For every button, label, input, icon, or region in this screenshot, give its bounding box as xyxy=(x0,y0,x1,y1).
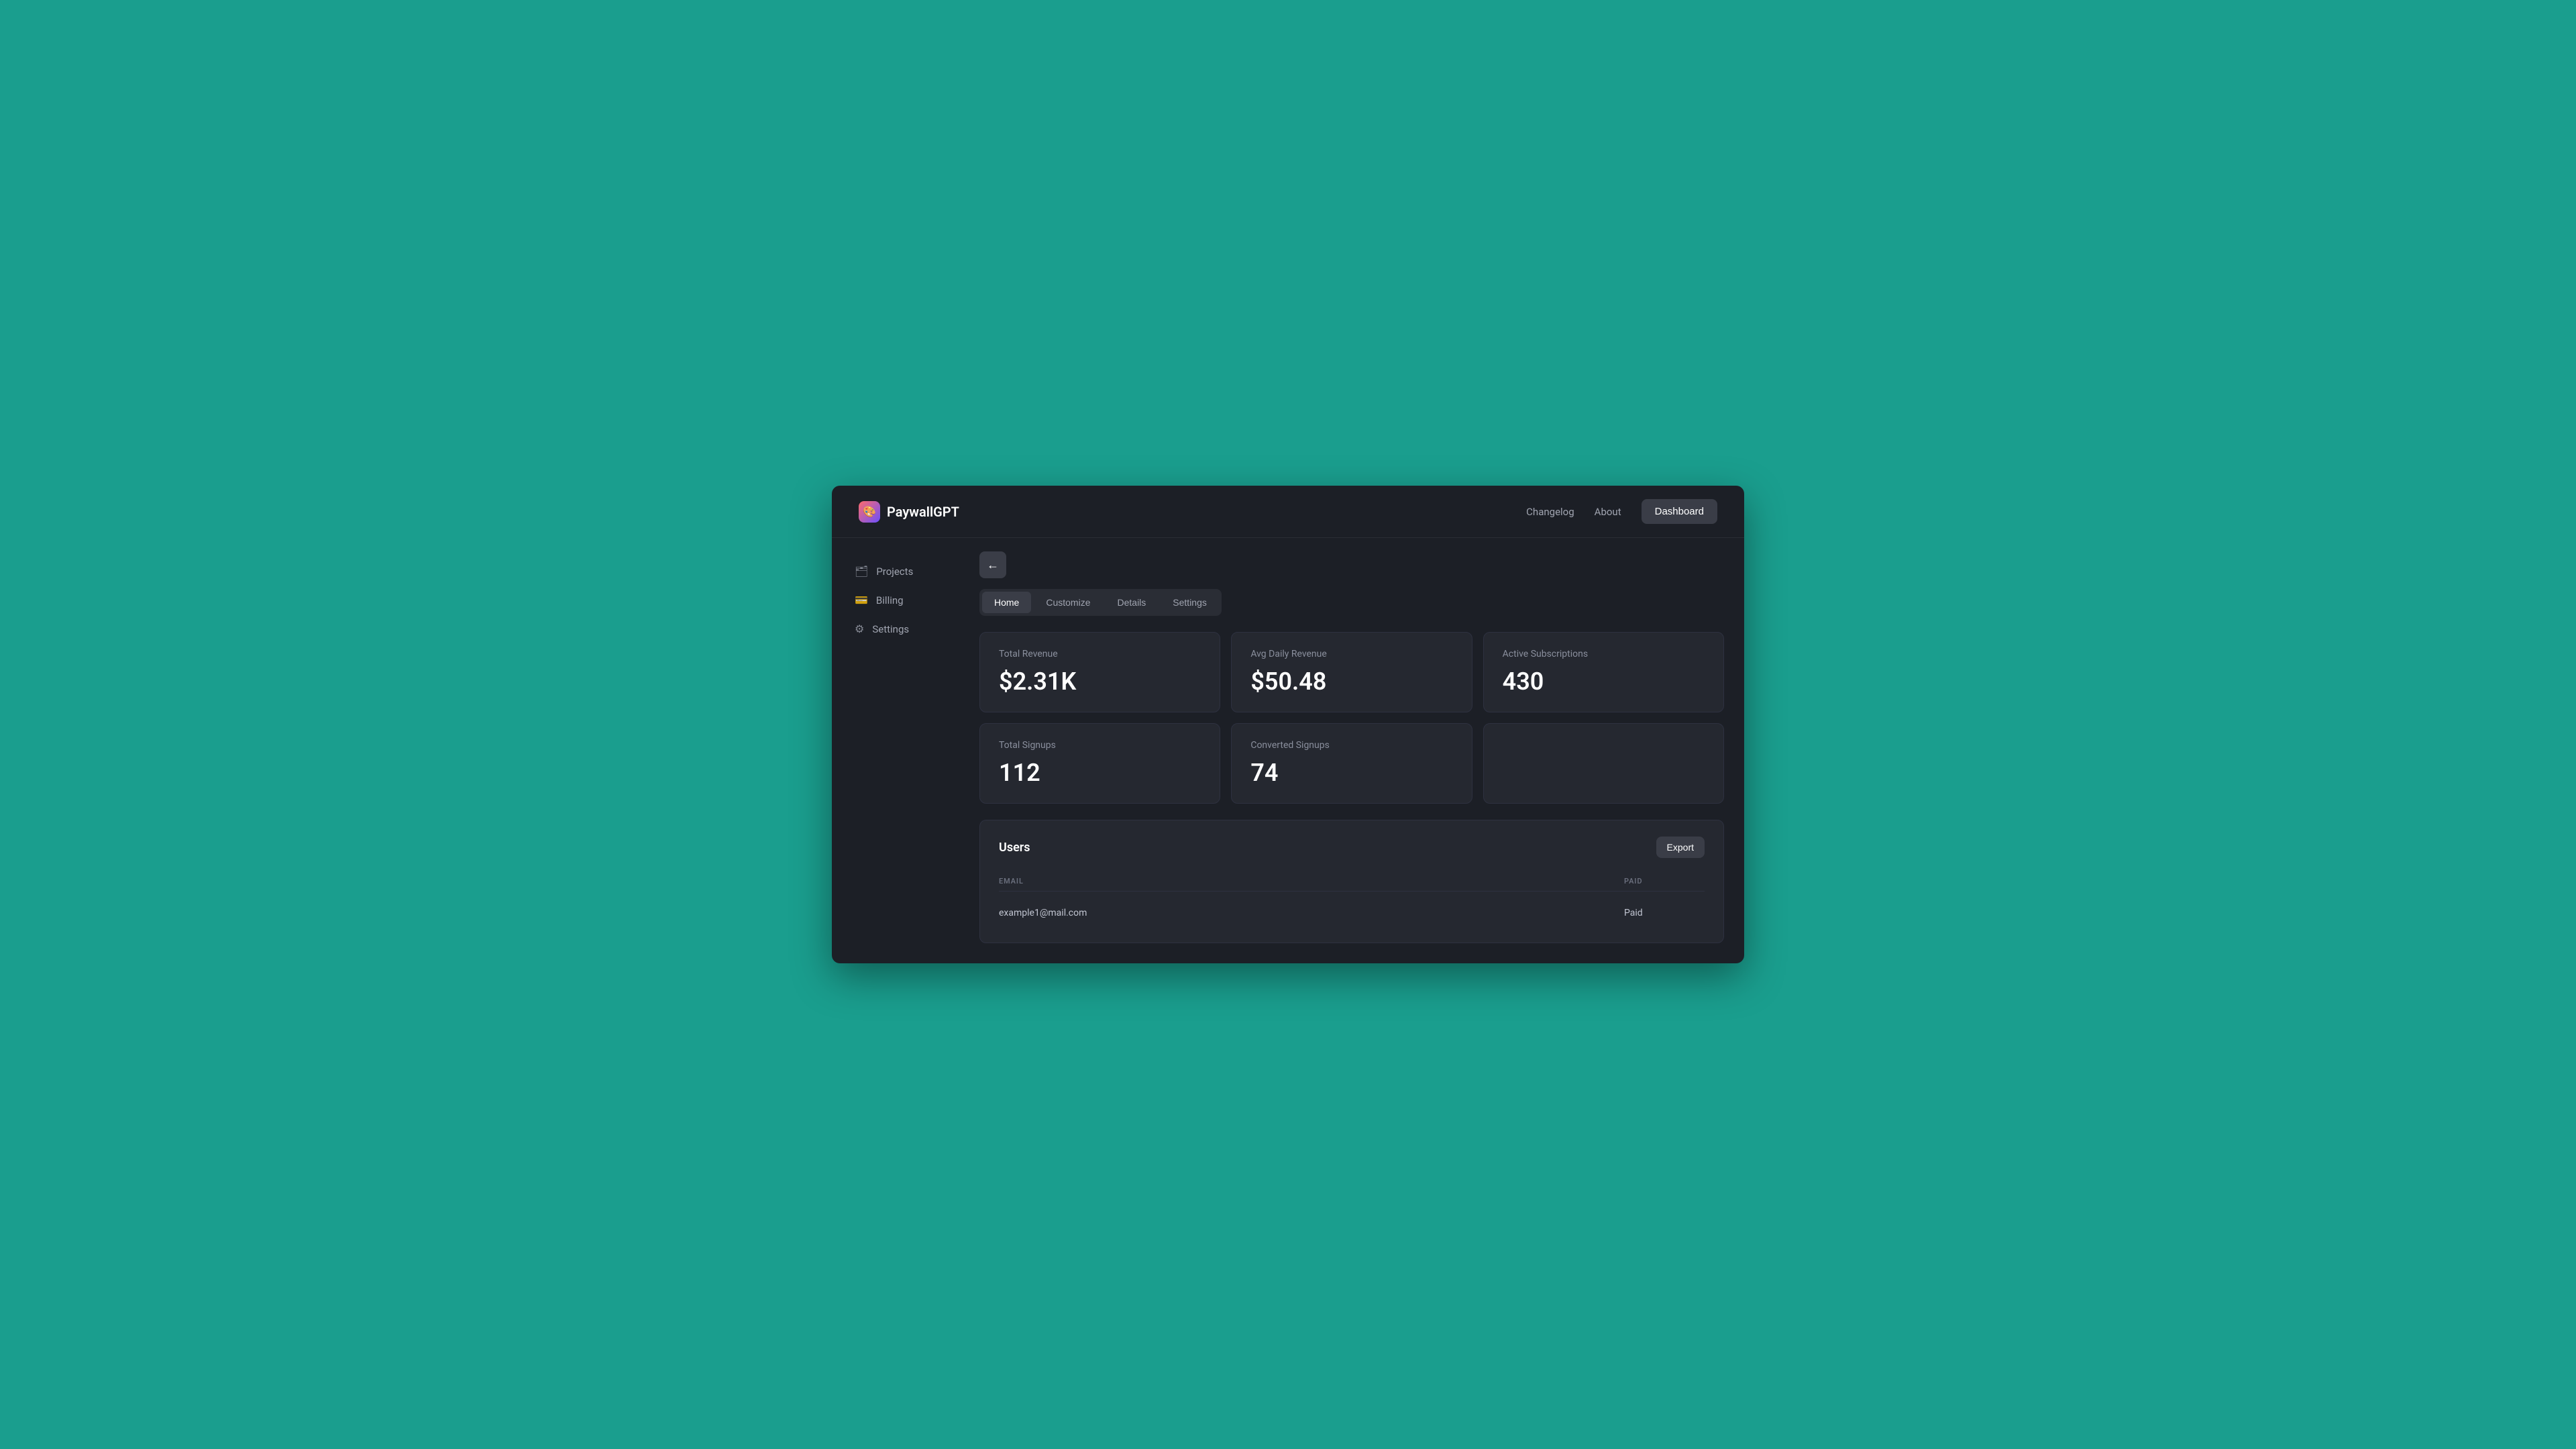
sidebar-item-label-billing: Billing xyxy=(876,594,904,606)
app-title: PaywallGPT xyxy=(887,504,959,520)
stat-value-avg-daily-revenue: $50.48 xyxy=(1250,667,1452,696)
column-paid: PAID xyxy=(1624,877,1705,885)
projects-icon: 🗂 xyxy=(855,565,868,578)
stat-card-total-signups: Total Signups 112 xyxy=(979,723,1220,804)
stat-label-total-revenue: Total Revenue xyxy=(999,649,1201,659)
logo-icon: 🎨 xyxy=(859,501,880,523)
stat-label-active-subscriptions: Active Subscriptions xyxy=(1503,649,1705,659)
stat-label-total-signups: Total Signups xyxy=(999,740,1201,751)
users-section: Users Export EMAIL PAID example1@mail.co… xyxy=(979,820,1724,943)
table-header: EMAIL PAID xyxy=(999,871,1705,892)
stat-card-converted-signups: Converted Signups 74 xyxy=(1231,723,1472,804)
header-nav: Changelog About Dashboard xyxy=(1526,499,1717,524)
back-button[interactable]: ← xyxy=(979,551,1006,578)
users-title: Users xyxy=(999,841,1030,855)
tab-customize[interactable]: Customize xyxy=(1034,592,1102,613)
table-row: example1@mail.com Paid xyxy=(999,900,1705,926)
header: 🎨 PaywallGPT Changelog About Dashboard xyxy=(832,486,1744,538)
sidebar-item-billing[interactable]: 💳 Billing xyxy=(845,587,953,613)
main-layout: 🗂 Projects 💳 Billing ⚙ Settings ← Home C… xyxy=(832,538,1744,963)
column-email: EMAIL xyxy=(999,877,1624,885)
sidebar-item-label-projects: Projects xyxy=(876,566,913,578)
tab-settings[interactable]: Settings xyxy=(1161,592,1219,613)
stat-label-avg-daily-revenue: Avg Daily Revenue xyxy=(1250,649,1452,659)
stat-card-active-subscriptions: Active Subscriptions 430 xyxy=(1483,632,1724,712)
settings-icon: ⚙ xyxy=(855,623,864,635)
stat-label-converted-signups: Converted Signups xyxy=(1250,740,1452,751)
stat-value-total-revenue: $2.31K xyxy=(999,667,1201,696)
users-header: Users Export xyxy=(999,837,1705,858)
stats-grid-bottom: Total Signups 112 Converted Signups 74 xyxy=(979,723,1724,804)
content-area: ← Home Customize Details Settings Total … xyxy=(966,538,1744,963)
stat-value-active-subscriptions: 430 xyxy=(1503,667,1705,696)
export-button[interactable]: Export xyxy=(1656,837,1705,858)
stat-value-converted-signups: 74 xyxy=(1250,759,1452,787)
stats-grid-top: Total Revenue $2.31K Avg Daily Revenue $… xyxy=(979,632,1724,712)
tab-home[interactable]: Home xyxy=(982,592,1031,613)
app-window: 🎨 PaywallGPT Changelog About Dashboard 🗂… xyxy=(832,486,1744,963)
sidebar-item-settings[interactable]: ⚙ Settings xyxy=(845,616,953,642)
sidebar-item-projects[interactable]: 🗂 Projects xyxy=(845,558,953,584)
stat-card-total-revenue: Total Revenue $2.31K xyxy=(979,632,1220,712)
billing-icon: 💳 xyxy=(855,594,868,606)
dashboard-button[interactable]: Dashboard xyxy=(1642,499,1717,524)
stat-card-avg-daily-revenue: Avg Daily Revenue $50.48 xyxy=(1231,632,1472,712)
tab-details[interactable]: Details xyxy=(1106,592,1159,613)
sidebar: 🗂 Projects 💳 Billing ⚙ Settings xyxy=(832,538,966,963)
cell-paid: Paid xyxy=(1624,908,1705,918)
stat-value-total-signups: 112 xyxy=(999,759,1201,787)
cell-email: example1@mail.com xyxy=(999,908,1624,918)
sidebar-item-label-settings: Settings xyxy=(872,623,909,635)
stat-card-empty xyxy=(1483,723,1724,804)
logo-area: 🎨 PaywallGPT xyxy=(859,501,959,523)
changelog-link[interactable]: Changelog xyxy=(1526,506,1574,518)
tab-bar: Home Customize Details Settings xyxy=(979,589,1222,616)
about-link[interactable]: About xyxy=(1595,506,1621,518)
